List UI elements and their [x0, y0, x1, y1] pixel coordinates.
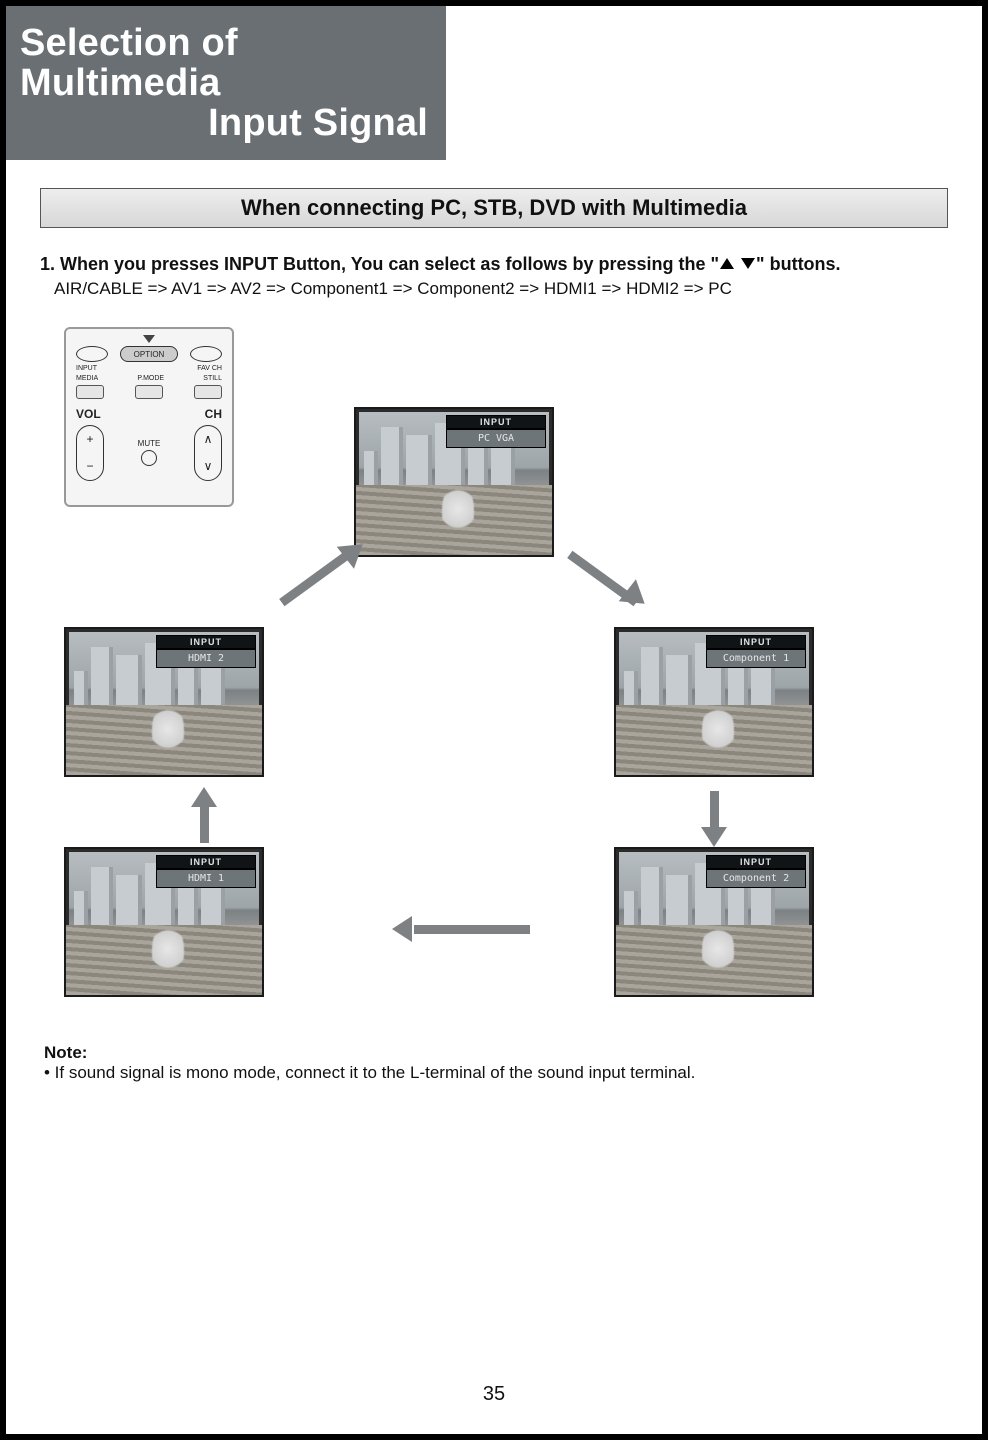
remote-mute-button	[141, 450, 157, 466]
remote-vol-rocker: +−	[76, 425, 104, 481]
step-1-heading: 1. When you presses INPUT Button, You ca…	[40, 254, 948, 275]
step-1-prefix: 1. When you presses INPUT Button, You ca…	[40, 254, 719, 274]
remote-ch-label: CH	[205, 407, 222, 421]
remote-option-button: OPTION	[120, 346, 178, 362]
input-overlay-value: Component 2	[706, 869, 806, 888]
remote-media-label: MEDIA	[76, 375, 98, 382]
remote-favch-label: FAV CH	[197, 365, 222, 372]
content-area: When connecting PC, STB, DVD with Multim…	[6, 160, 982, 1083]
title-line-1: Selection of Multimedia	[20, 24, 432, 104]
tv-stand-icon	[441, 407, 467, 409]
tv-screenshot-component2: INPUT Component 2	[614, 847, 814, 997]
input-overlay-value: HDMI 2	[156, 649, 256, 668]
arrow-component1-to-component2-icon	[702, 789, 726, 845]
remote-favch-button	[190, 346, 222, 362]
title-line-2: Input Signal	[20, 104, 432, 144]
remote-top-icon	[143, 335, 155, 343]
remote-pmode-label: P.MODE	[137, 375, 164, 382]
remote-control-figure: OPTION INPUT FAV CH MEDIA P.MODE STILL	[64, 327, 234, 507]
tv-stand-icon	[151, 627, 177, 629]
input-overlay-title: INPUT	[706, 635, 806, 649]
note-label: Note:	[44, 1043, 944, 1063]
step-1-sequence: AIR/CABLE => AV1 => AV2 => Component1 =>…	[54, 279, 948, 299]
tv-stand-icon	[151, 847, 177, 849]
remote-ch-rocker: ∧∨	[194, 425, 222, 481]
remote-vol-label: VOL	[76, 407, 101, 421]
input-overlay-title: INPUT	[156, 855, 256, 869]
remote-input-button	[76, 346, 108, 362]
section-heading: When connecting PC, STB, DVD with Multim…	[40, 188, 948, 228]
diagram: OPTION INPUT FAV CH MEDIA P.MODE STILL	[44, 327, 944, 1007]
arrow-hdmi1-to-hdmi2-icon	[192, 789, 216, 845]
input-overlay-value: Component 1	[706, 649, 806, 668]
remote-pmode-button	[135, 385, 163, 399]
input-overlay-value: PC VGA	[446, 429, 546, 448]
arrow-hdmi2-to-pc-icon	[274, 542, 364, 612]
tv-stand-icon	[701, 627, 727, 629]
tv-stand-icon	[701, 847, 727, 849]
page-title: Selection of Multimedia Input Signal	[6, 6, 446, 160]
up-arrow-icon	[720, 258, 734, 269]
remote-mute-label: MUTE	[138, 439, 161, 448]
remote-input-label: INPUT	[76, 365, 97, 372]
down-arrow-icon	[741, 258, 755, 269]
page-number: 35	[6, 1383, 982, 1406]
arrow-component2-to-hdmi1-icon	[394, 917, 534, 941]
input-overlay-title: INPUT	[446, 415, 546, 429]
note-text: • If sound signal is mono mode, connect …	[44, 1063, 944, 1083]
input-overlay-title: INPUT	[706, 855, 806, 869]
note-block: Note: • If sound signal is mono mode, co…	[44, 1043, 944, 1083]
tv-screenshot-hdmi1: INPUT HDMI 1	[64, 847, 264, 997]
manual-page: Selection of Multimedia Input Signal Whe…	[0, 0, 988, 1440]
arrow-pc-to-component1-icon	[554, 542, 644, 612]
remote-still-label: STILL	[203, 375, 222, 382]
tv-screenshot-component1: INPUT Component 1	[614, 627, 814, 777]
step-1-suffix: " buttons.	[756, 254, 841, 274]
tv-screenshot-hdmi2: INPUT HDMI 2	[64, 627, 264, 777]
remote-media-button	[76, 385, 104, 399]
input-overlay-title: INPUT	[156, 635, 256, 649]
input-overlay-value: HDMI 1	[156, 869, 256, 888]
remote-still-button	[194, 385, 222, 399]
tv-screenshot-pc-vga: INPUT PC VGA	[354, 407, 554, 557]
